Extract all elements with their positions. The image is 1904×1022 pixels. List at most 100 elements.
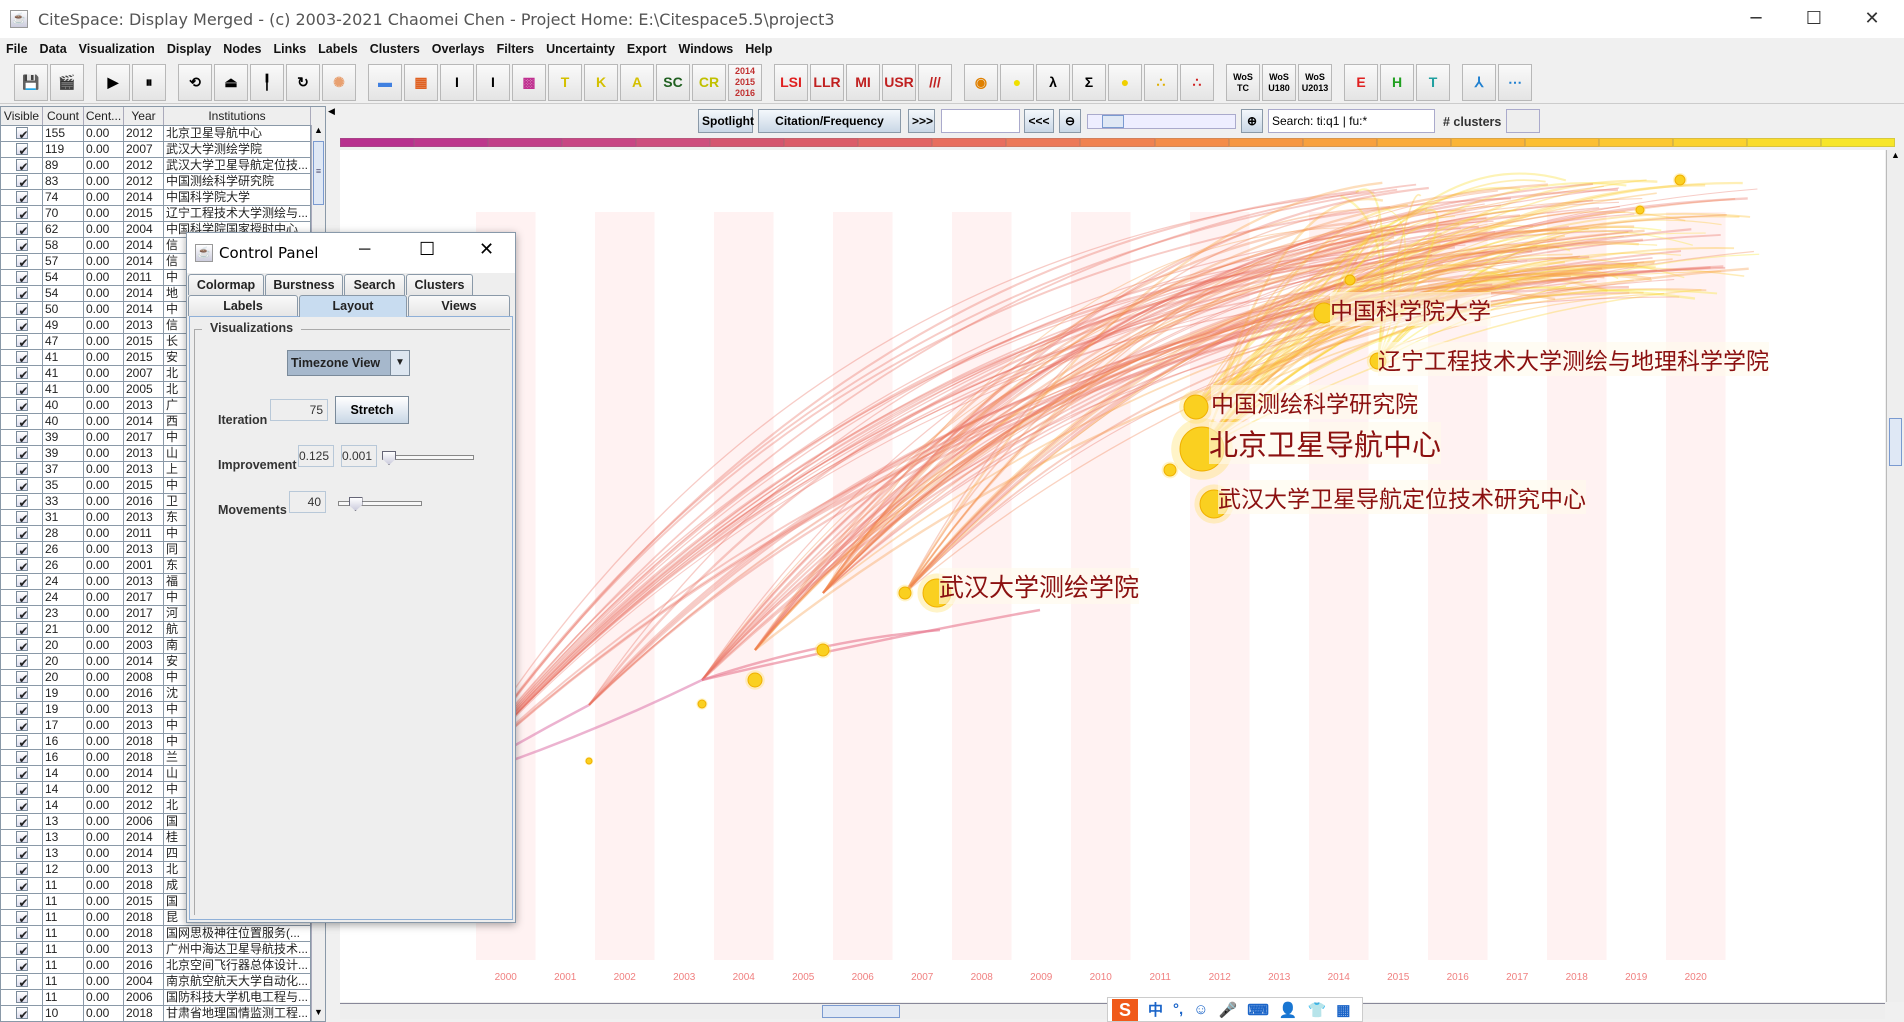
ime-item-icon[interactable]: 👕 — [1308, 1001, 1327, 1019]
view-select[interactable]: Timezone View ▼ — [287, 350, 410, 376]
visible-checkbox[interactable]: ✔ — [15, 991, 28, 1003]
visible-checkbox[interactable]: ✔ — [15, 447, 28, 459]
column-header[interactable]: Count — [43, 107, 84, 125]
visible-checkbox[interactable]: ✔ — [15, 175, 28, 187]
clapperboard-icon[interactable]: 🎬 — [50, 64, 84, 101]
timeline-icon[interactable]: ⋯ — [1498, 64, 1532, 101]
node-label[interactable]: 北京卫星导航中心 — [1209, 422, 1442, 464]
canvas-vertical-scrollbar[interactable]: ▲ — [1886, 150, 1904, 1002]
i-beam-icon[interactable]: I — [476, 64, 510, 101]
lsi-icon[interactable]: LSI — [774, 64, 808, 101]
node-label[interactable]: 中国测绘科学研究院 — [1211, 385, 1418, 419]
visible-checkbox[interactable]: ✔ — [15, 559, 28, 571]
visible-checkbox[interactable]: ✔ — [15, 303, 28, 315]
chain-icon[interactable]: ∴ — [1144, 64, 1178, 101]
wos-u2013-icon[interactable]: WoS U2013 — [1298, 64, 1332, 101]
zoom-in-icon[interactable]: ⊕ — [1241, 109, 1263, 133]
visible-checkbox[interactable]: ✔ — [15, 367, 28, 379]
table-row[interactable]: ✔ 1190.002007武汉大学测绘学院 — [1, 142, 325, 158]
cr-icon[interactable]: CR — [692, 64, 726, 101]
menu-overlays[interactable]: Overlays — [432, 42, 485, 56]
visible-checkbox[interactable]: ✔ — [15, 255, 28, 267]
visible-checkbox[interactable]: ✔ — [15, 335, 28, 347]
pause-icon[interactable]: ⏸ — [132, 64, 166, 101]
visible-checkbox[interactable]: ✔ — [15, 463, 28, 475]
tab-search[interactable]: Search — [344, 274, 405, 295]
iteration-field[interactable]: 75 — [270, 399, 328, 421]
network-icon[interactable]: ⅄ — [1462, 64, 1496, 101]
menu-filters[interactable]: Filters — [497, 42, 535, 56]
visible-checkbox[interactable]: ✔ — [15, 319, 28, 331]
visible-checkbox[interactable]: ✔ — [15, 799, 28, 811]
years-icon[interactable]: 2014 2015 2016 — [728, 64, 762, 101]
table-row[interactable]: ✔ 740.002014中国科学院大学 — [1, 190, 325, 206]
ime-item-icon[interactable]: ☺ — [1193, 1001, 1208, 1018]
menu-labels[interactable]: Labels — [318, 42, 358, 56]
back-button[interactable]: <<< — [1024, 109, 1054, 133]
tab-layout[interactable]: Layout — [299, 295, 407, 317]
visible-checkbox[interactable]: ✔ — [15, 927, 28, 939]
visible-checkbox[interactable]: ✔ — [15, 223, 28, 235]
menu-data[interactable]: Data — [40, 42, 67, 56]
visible-checkbox[interactable]: ✔ — [15, 623, 28, 635]
visible-checkbox[interactable]: ✔ — [15, 655, 28, 667]
improvement-min-field[interactable]: 0.001 — [341, 445, 377, 467]
ime-item-icon[interactable]: °, — [1173, 1001, 1183, 1018]
visible-checkbox[interactable]: ✔ — [15, 959, 28, 971]
e-icon[interactable]: E — [1344, 64, 1378, 101]
maximize-button[interactable]: ☐ — [1794, 6, 1834, 32]
visible-checkbox[interactable]: ✔ — [15, 383, 28, 395]
triangle-t-icon[interactable]: T — [548, 64, 582, 101]
slashes-icon[interactable]: /// — [918, 64, 952, 101]
ime-item-icon[interactable]: ⌨ — [1247, 1001, 1269, 1019]
visible-checkbox[interactable]: ✔ — [15, 911, 28, 923]
forward-button[interactable]: >>> — [908, 109, 935, 133]
clusters-field[interactable] — [1506, 109, 1540, 133]
visible-checkbox[interactable]: ✔ — [15, 783, 28, 795]
visible-checkbox[interactable]: ✔ — [15, 271, 28, 283]
menu-help[interactable]: Help — [745, 42, 772, 56]
spotlight-button[interactable]: Spotlight — [698, 109, 754, 133]
menu-clusters[interactable]: Clusters — [370, 42, 420, 56]
node-label[interactable]: 武汉大学卫星导航定位技术研究中心 — [1218, 480, 1586, 514]
visible-checkbox[interactable]: ✔ — [15, 703, 28, 715]
rgb-dots-icon[interactable]: ∴ — [1180, 64, 1214, 101]
visible-checkbox[interactable]: ✔ — [15, 815, 28, 827]
menu-visualization[interactable]: Visualization — [79, 42, 155, 56]
ime-item-icon[interactable]: 中 — [1148, 999, 1163, 1020]
visible-checkbox[interactable]: ✔ — [15, 399, 28, 411]
menu-uncertainty[interactable]: Uncertainty — [546, 42, 615, 56]
minimize-button[interactable]: ─ — [1736, 6, 1776, 32]
scroll-thumb[interactable] — [822, 1005, 900, 1018]
pin-icon[interactable]: ╿ — [250, 64, 284, 101]
sigma-icon[interactable]: Σ — [1072, 64, 1106, 101]
table-row[interactable]: ✔ 1550.002012北京卫星导航中心 — [1, 126, 325, 142]
triangle-k-icon[interactable]: K — [584, 64, 618, 101]
scroll-down-icon[interactable]: ▼ — [312, 1007, 325, 1021]
close-button[interactable]: ✕ — [479, 239, 494, 260]
i-beam-bold-icon[interactable]: I — [440, 64, 474, 101]
starburst-icon[interactable]: ✺ — [322, 64, 356, 101]
column-header[interactable]: Institutions — [164, 107, 311, 125]
node-label[interactable]: 辽宁工程技术大学测绘与地理科学学院 — [1378, 342, 1769, 376]
ime-item-icon[interactable]: 🎤 — [1219, 1001, 1238, 1019]
close-button[interactable]: ✕ — [1852, 6, 1892, 32]
menu-links[interactable]: Links — [274, 42, 307, 56]
visible-checkbox[interactable]: ✔ — [15, 719, 28, 731]
ime-item-icon[interactable]: ▦ — [1336, 1001, 1350, 1019]
tab-burstness[interactable]: Burstness — [265, 274, 343, 295]
maximize-button[interactable]: ☐ — [419, 239, 435, 260]
node-label[interactable]: 武汉大学测绘学院 — [939, 568, 1140, 604]
table-row[interactable]: ✔ 830.002012中国测绘科学研究院 — [1, 174, 325, 190]
visible-checkbox[interactable]: ✔ — [15, 543, 28, 555]
visible-checkbox[interactable]: ✔ — [15, 591, 28, 603]
menu-file[interactable]: File — [6, 42, 28, 56]
rotate-icon[interactable]: ⟲ — [178, 64, 212, 101]
visible-checkbox[interactable]: ✔ — [15, 607, 28, 619]
tab-views[interactable]: Views — [408, 295, 510, 316]
mi-icon[interactable]: MI — [846, 64, 880, 101]
node-label[interactable]: 中国科学院大学 — [1330, 292, 1491, 326]
column-header[interactable]: Cent... — [84, 107, 124, 125]
visible-checkbox[interactable]: ✔ — [15, 287, 28, 299]
menu-windows[interactable]: Windows — [679, 42, 734, 56]
